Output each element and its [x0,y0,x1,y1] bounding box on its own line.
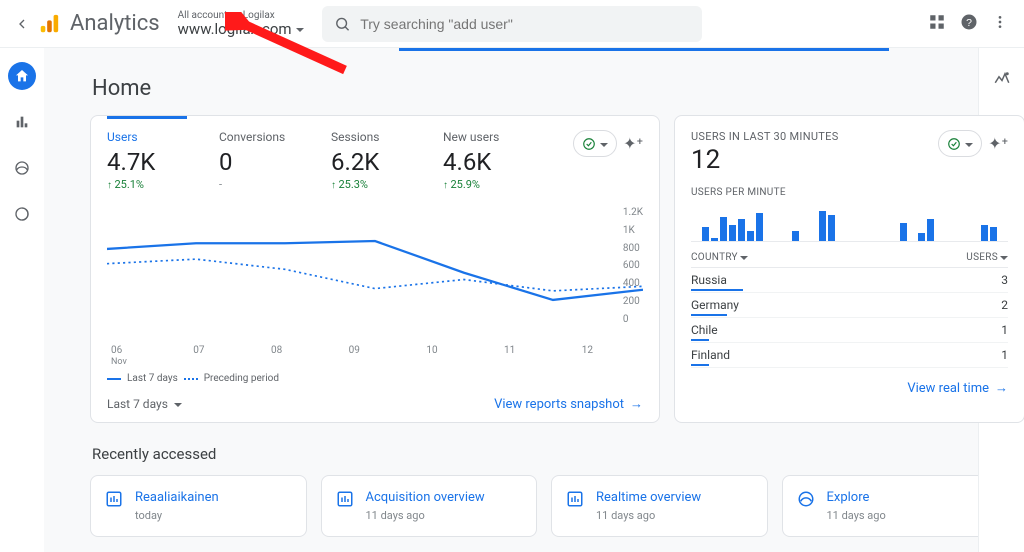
metric-delta: - [219,178,299,191]
metric-delta: 25.3% [331,178,411,191]
metric-delta: 25.9% [443,178,523,191]
arrow-right-icon: → [995,380,1008,396]
metric-label: Conversions [219,130,299,144]
chevron-down-icon [965,134,973,153]
check-circle-icon [947,137,961,151]
help-icon[interactable]: ? [960,13,978,35]
more-icon[interactable] [992,14,1008,34]
nav-home[interactable] [8,62,36,90]
metric-value: 4.6K [443,148,523,176]
realtime-value: 12 [691,145,839,175]
recent-subtitle: 11 days ago [596,509,701,522]
metric-delta: 25.1% [107,178,187,191]
overview-chart: 1.2K1K8006004002000 [107,207,643,343]
recent-title: Realtime overview [596,490,701,505]
recent-card[interactable]: Acquisition overview 11 days ago [321,475,538,537]
search-box[interactable] [322,6,702,42]
metric-label: Sessions [331,130,411,144]
left-nav [0,48,44,552]
metric-label: Users [107,130,187,144]
bar-chart-icon [566,490,584,508]
analytics-logo-icon [38,13,60,35]
date-range-selector[interactable]: Last 7 days [107,397,182,411]
check-circle-icon [582,137,596,151]
recent-subtitle: 11 days ago [827,509,886,522]
account-switcher[interactable]: All accounts > Logilax www.logilax.com [178,10,304,38]
svg-text:?: ? [966,16,972,28]
data-quality-pill[interactable] [573,130,617,157]
view-realtime-link[interactable]: View real time→ [907,380,1008,396]
metric-newusers[interactable]: New users 4.6K 25.9% [443,130,523,191]
search-icon [334,15,351,33]
sparkle-icon[interactable]: ✦⁺ [623,134,643,153]
loading-indicator [399,48,889,51]
table-row: Germany2 [691,293,1008,318]
chevron-down-icon [296,21,304,38]
per-minute-chart [691,202,1008,242]
nav-advertising[interactable] [8,200,36,228]
brand-name: Analytics [70,11,160,36]
recent-subtitle: today [135,509,219,522]
insights-icon [993,70,1011,88]
page-title: Home [92,76,998,101]
realtime-title: USERS IN LAST 30 MINUTES [691,130,839,143]
recently-accessed-title: Recently accessed [92,445,998,463]
recent-title: Acquisition overview [366,490,485,505]
top-bar: Analytics All accounts > Logilax www.log… [0,0,1024,48]
explore-icon [797,490,815,508]
table-row: Russia3 [691,268,1008,293]
table-row: Chile1 [691,318,1008,343]
recent-title: Explore [827,490,886,505]
bar-chart-icon [105,490,123,508]
nav-explore[interactable] [8,154,36,182]
per-minute-label: USERS PER MINUTE [691,187,1008,198]
bar-chart-icon [336,490,354,508]
recent-card[interactable]: Reaaliaikainen today [90,475,307,537]
account-name: www.logilax.com [178,21,292,38]
metric-users[interactable]: Users 4.7K 25.1% [107,116,187,191]
content-area: Home Users 4.7K 25.1% Conversions 0 - [44,48,1024,552]
arrow-left-icon [14,16,30,32]
apps-icon[interactable] [928,13,946,35]
metric-label: New users [443,130,523,144]
realtime-card: USERS IN LAST 30 MINUTES 12 ✦⁺ USERS PER… [674,115,1024,423]
metric-value: 6.2K [331,148,411,176]
nav-reports[interactable] [8,108,36,136]
sort-icon[interactable] [1000,256,1008,260]
sparkle-icon[interactable]: ✦⁺ [988,134,1008,153]
back-button[interactable] [8,10,36,38]
country-table: Russia3Germany2Chile1Finland1 [691,267,1008,368]
chart-y-axis: 1.2K1K8006004002000 [623,207,643,325]
recent-card[interactable]: Explore 11 days ago [782,475,999,537]
metric-value: 0 [219,148,299,176]
recent-card[interactable]: Realtime overview 11 days ago [551,475,768,537]
overview-card: Users 4.7K 25.1% Conversions 0 - Session… [90,115,660,423]
chevron-down-icon [174,397,182,411]
chart-x-axis: 06Nov 070809101112 [107,343,643,367]
chart-legend: Last 7 days Preceding period [107,373,643,384]
table-row: Finland1 [691,343,1008,368]
country-table-header: COUNTRY USERS [691,252,1008,263]
search-input[interactable] [360,16,689,32]
sort-icon[interactable] [740,256,748,260]
metric-conversions[interactable]: Conversions 0 - [219,130,299,191]
metric-value: 4.7K [107,148,187,176]
chevron-down-icon [600,134,608,153]
view-reports-link[interactable]: View reports snapshot→ [494,396,643,412]
recent-subtitle: 11 days ago [366,509,485,522]
recent-title: Reaaliaikainen [135,490,219,505]
metric-sessions[interactable]: Sessions 6.2K 25.3% [331,130,411,191]
arrow-right-icon: → [630,396,643,412]
data-quality-pill[interactable] [938,130,982,157]
